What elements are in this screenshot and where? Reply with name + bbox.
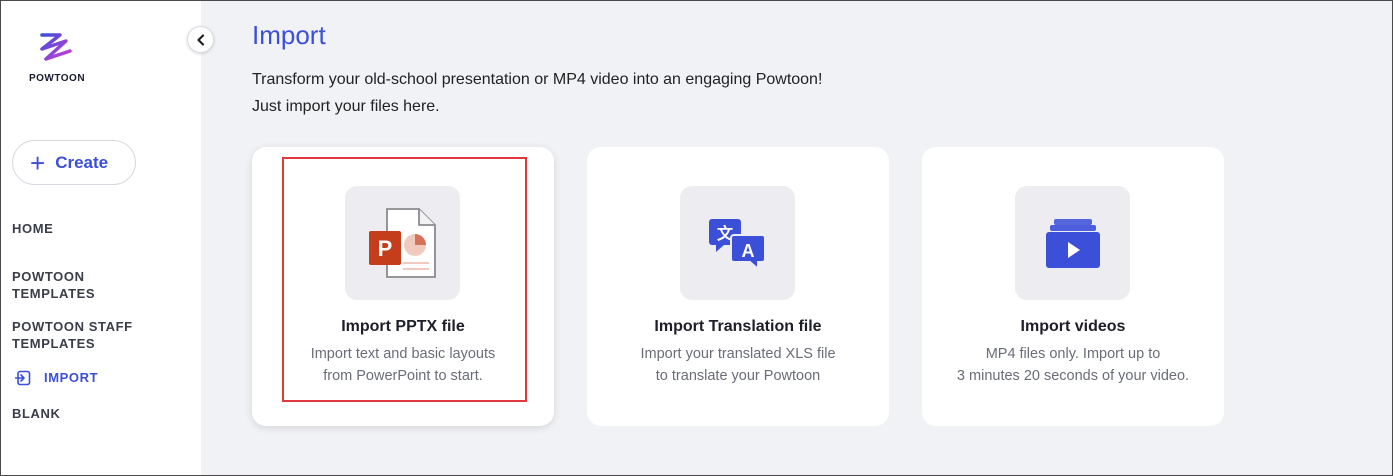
card-desc-line-1: MP4 files only. Import up to	[985, 346, 1161, 362]
main-content: Import Transform your old-school present…	[201, 1, 1392, 475]
card-title: Import videos	[1020, 318, 1126, 335]
create-button[interactable]: + Create	[12, 140, 136, 185]
card-desc-line-2: 3 minutes 20 seconds of your video.	[956, 368, 1190, 384]
svg-text:A: A	[741, 241, 754, 261]
collapse-sidebar-button[interactable]	[187, 26, 214, 53]
create-label: Create	[55, 152, 109, 172]
sidebar-item-import-label: IMPORT	[44, 370, 99, 385]
logo-text: POWTOON	[28, 73, 86, 84]
card-description: Import text and basic layouts from Power…	[252, 343, 554, 387]
powtoon-logo-icon	[40, 33, 72, 61]
powerpoint-file-icon: P	[368, 208, 436, 278]
import-pptx-card[interactable]: P Import PPTX file Import text and basic…	[252, 147, 554, 426]
sidebar-item-blank[interactable]: BLANK	[12, 405, 61, 422]
card-desc-line-1: Import your translated XLS file	[640, 346, 836, 362]
video-stack-icon	[1045, 219, 1100, 268]
card-description: MP4 files only. Import up to 3 minutes 2…	[922, 343, 1224, 387]
import-icon	[15, 370, 31, 385]
sidebar-item-powtoon-staff-templates[interactable]: POWTOON STAFF TEMPLATES	[12, 318, 162, 352]
card-icon-box	[1015, 186, 1130, 300]
card-desc-line-2: to translate your Powtoon	[655, 368, 821, 384]
plus-icon: +	[30, 147, 46, 178]
sidebar: POWTOON + Create HOME POWTOON TEMPLATES …	[1, 1, 201, 475]
translation-icon: 文 A	[708, 219, 766, 271]
sidebar-item-home[interactable]: HOME	[12, 220, 53, 237]
page-subtitle: Transform your old-school presentation o…	[252, 66, 822, 120]
subtitle-line-1: Transform your old-school presentation o…	[252, 71, 823, 88]
powtoon-logo[interactable]: POWTOON	[27, 29, 87, 89]
import-translation-card[interactable]: 文 A Import Translation file Import your …	[587, 147, 889, 426]
card-desc-line-2: from PowerPoint to start.	[323, 368, 483, 384]
card-icon-box: 文 A	[680, 186, 795, 300]
sidebar-item-import[interactable]: IMPORT	[12, 369, 98, 386]
card-title: Import PPTX file	[341, 318, 465, 335]
sidebar-item-powtoon-templates[interactable]: POWTOON TEMPLATES	[12, 268, 122, 302]
chevron-left-icon	[196, 33, 204, 46]
card-title: Import Translation file	[654, 318, 822, 335]
card-desc-line-1: Import text and basic layouts	[310, 346, 496, 362]
card-description: Import your translated XLS file to trans…	[587, 343, 889, 387]
import-videos-card[interactable]: Import videos MP4 files only. Import up …	[922, 147, 1224, 426]
subtitle-line-2: Just import your files here.	[252, 98, 440, 115]
svg-text:P: P	[377, 236, 392, 261]
card-icon-box: P	[345, 186, 460, 300]
page-title: Import	[252, 20, 326, 50]
